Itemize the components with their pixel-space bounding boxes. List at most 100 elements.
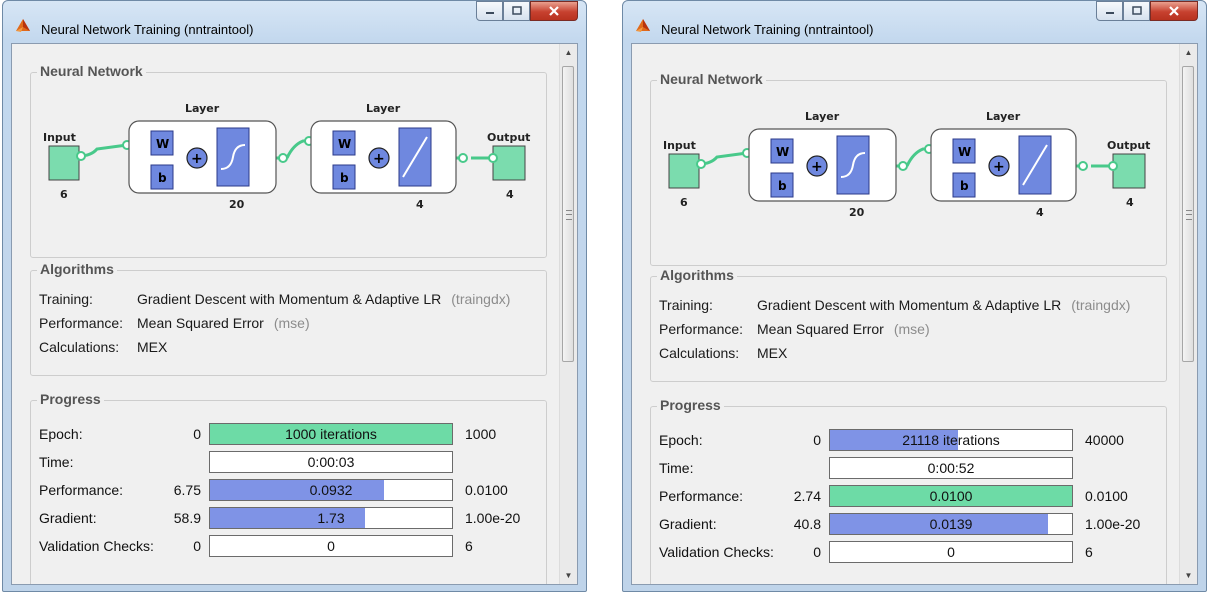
progress-label: Epoch: bbox=[659, 432, 703, 448]
close-icon bbox=[1169, 6, 1179, 16]
progress-row: Validation Checks: 0 0 6 bbox=[659, 541, 1166, 563]
progress-label: Validation Checks: bbox=[39, 538, 154, 554]
close-button[interactable] bbox=[1150, 1, 1198, 21]
progress-row: Epoch: 0 21118 iterations 40000 bbox=[659, 429, 1166, 451]
progress-bar-text: 1000 iterations bbox=[285, 426, 377, 442]
progress-bar-text: 0.0100 bbox=[929, 488, 973, 504]
input-size: 6 bbox=[60, 188, 68, 201]
training-code: (traingdx) bbox=[451, 291, 511, 307]
performance-value: Mean Squared Error bbox=[137, 315, 264, 331]
progress-bar: 21118 iterations bbox=[829, 429, 1073, 451]
progress-bar: 0.0139 bbox=[829, 513, 1073, 535]
performance-row: Performance: Mean Squared Error (mse) bbox=[659, 321, 930, 337]
training-code: (traingdx) bbox=[1071, 297, 1131, 313]
calculations-label: Calculations: bbox=[39, 339, 120, 355]
vertical-scrollbar[interactable]: ▲ ▼ bbox=[559, 44, 577, 584]
output-connector bbox=[1108, 161, 1118, 171]
progress-bar: 1000 iterations bbox=[209, 423, 453, 445]
progress-row: Epoch: 0 1000 iterations 1000 bbox=[39, 423, 546, 445]
progress-row: Time: 0:00:52 bbox=[659, 457, 1166, 479]
performance-row: Performance: Mean Squared Error (mse) bbox=[39, 315, 310, 331]
layer2-size: 4 bbox=[1036, 206, 1044, 219]
title-bar[interactable]: Neural Network Training (nntraintool) bbox=[623, 1, 1206, 41]
calculations-value: MEX bbox=[757, 345, 788, 361]
scroll-up-icon[interactable]: ▲ bbox=[1180, 44, 1197, 61]
progress-bar-text: 1.73 bbox=[317, 510, 345, 526]
performance-label: Performance: bbox=[659, 321, 744, 337]
training-label: Training: bbox=[659, 297, 713, 313]
progress-label: Gradient: bbox=[659, 516, 717, 532]
layer2-out-connector bbox=[458, 153, 468, 163]
progress-row: Validation Checks: 0 0 6 bbox=[39, 535, 546, 557]
nntraintool-window-1: Neural Network Training (nntraintool) Ne… bbox=[2, 0, 587, 592]
progress-end-value: 6 bbox=[465, 538, 473, 554]
title-bar[interactable]: Neural Network Training (nntraintool) bbox=[3, 1, 586, 41]
progress-start-value: 58.9 bbox=[173, 510, 201, 526]
progress-end-value: 6 bbox=[1085, 544, 1093, 560]
scroll-thumb[interactable] bbox=[1182, 66, 1194, 362]
progress-start-value: 0 bbox=[813, 432, 821, 448]
window-title: Neural Network Training (nntraintool) bbox=[661, 22, 874, 37]
maximize-icon bbox=[1131, 6, 1142, 15]
output-connector bbox=[488, 153, 498, 163]
neural-network-group: Neural Network Input 6 Layer W b + 20 La… bbox=[650, 71, 1167, 266]
layer2-label: Layer bbox=[986, 110, 1021, 123]
grip-icon bbox=[566, 210, 572, 220]
layer1-w: W bbox=[156, 137, 169, 151]
progress-end-value: 0.0100 bbox=[465, 482, 508, 498]
input-size: 6 bbox=[680, 196, 688, 209]
progress-label: Time: bbox=[659, 460, 694, 476]
minimize-button[interactable] bbox=[1096, 1, 1123, 21]
progress-start-value: 6.75 bbox=[173, 482, 201, 498]
output-label: Output bbox=[1107, 139, 1150, 152]
input-node bbox=[48, 145, 80, 181]
close-button[interactable] bbox=[530, 1, 578, 21]
vertical-scrollbar[interactable]: ▲ ▼ bbox=[1179, 44, 1197, 584]
progress-end-value: 40000 bbox=[1085, 432, 1124, 448]
layer1-out-connector bbox=[898, 161, 908, 171]
client-area: Neural Network Input 6 Layer W b + 20 La… bbox=[631, 43, 1198, 585]
input-label: Input bbox=[663, 139, 696, 152]
progress-label: Performance: bbox=[39, 482, 124, 498]
progress-start-value: 40.8 bbox=[793, 516, 821, 532]
progress-end-value: 1.00e-20 bbox=[1085, 516, 1141, 532]
layer2-size: 4 bbox=[416, 198, 424, 211]
performance-code: (mse) bbox=[893, 321, 930, 337]
network-diagram: Input 6 Layer W b + 20 Layer W b + 4 Out… bbox=[43, 102, 530, 211]
progress-label: Validation Checks: bbox=[659, 544, 774, 560]
minimize-icon bbox=[485, 12, 494, 14]
layer1-plus: + bbox=[191, 151, 203, 167]
progress-row: Gradient: 58.9 1.73 1.00e-20 bbox=[39, 507, 546, 529]
progress-bar-text: 0.0139 bbox=[929, 516, 973, 532]
layer1-b: b bbox=[778, 179, 787, 193]
progress-bar: 0 bbox=[209, 535, 453, 557]
layer2-b: b bbox=[340, 171, 349, 185]
client-area: Neural Network Input 6 Layer W b + 20 La… bbox=[11, 43, 578, 585]
progress-end-value: 1000 bbox=[465, 426, 497, 442]
maximize-button[interactable] bbox=[503, 1, 530, 21]
progress-group: Progress Epoch: 0 21118 iterations 40000 Tim… bbox=[650, 397, 1167, 584]
algorithms-group: Algorithms Training: Gradient Descent wit… bbox=[650, 267, 1167, 382]
calculations-row: Calculations: MEX bbox=[39, 339, 167, 355]
minimize-button[interactable] bbox=[476, 1, 503, 21]
maximize-button[interactable] bbox=[1123, 1, 1150, 21]
scroll-down-icon[interactable]: ▼ bbox=[1180, 567, 1197, 584]
progress-label: Epoch: bbox=[39, 426, 83, 442]
scroll-up-icon[interactable]: ▲ bbox=[560, 44, 577, 61]
scroll-thumb[interactable] bbox=[562, 66, 574, 362]
output-node bbox=[492, 145, 526, 181]
algorithms-group: Algorithms Training: Gradient Descent wit… bbox=[30, 261, 547, 376]
layer2-plus: + bbox=[373, 151, 385, 167]
layer1-w: W bbox=[776, 145, 789, 159]
progress-end-value: 0.0100 bbox=[1085, 488, 1128, 504]
progress-start-value: 2.74 bbox=[793, 488, 821, 504]
matlab-icon bbox=[16, 19, 30, 32]
input-node bbox=[668, 153, 700, 189]
output-label: Output bbox=[487, 131, 530, 144]
matlab-icon bbox=[636, 19, 650, 32]
layer1-out-connector bbox=[278, 153, 288, 163]
layer1-plus: + bbox=[811, 159, 823, 175]
window-title: Neural Network Training (nntraintool) bbox=[41, 22, 254, 37]
layer1-size: 20 bbox=[229, 198, 245, 211]
scroll-down-icon[interactable]: ▼ bbox=[560, 567, 577, 584]
